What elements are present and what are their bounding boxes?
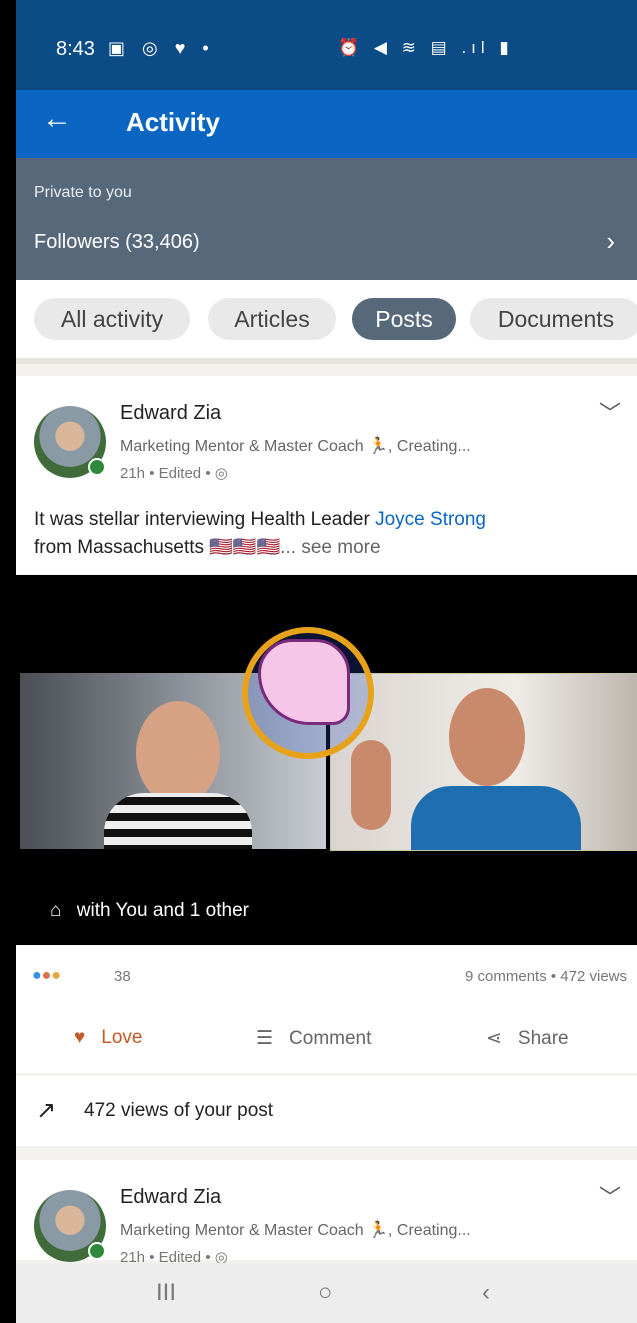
followers-link[interactable]: Followers (33,406) [34,231,200,254]
notification-icons: ▣ ◎ ♥ • [108,38,215,58]
reaction-count[interactable]: 38 [114,968,131,985]
views-text: 472 views of your post [84,1100,274,1121]
back-arrow-icon[interactable]: ← [42,104,72,134]
chevron-right-icon[interactable]: › [606,226,615,257]
tag-icon: ⌂ [50,900,62,921]
share-label: Share [517,1028,569,1049]
flexed-bicep-icon [242,627,374,759]
author-headline: Marketing Mentor & Master Coach 🏃, Creat… [120,1222,471,1239]
chip-all-activity[interactable]: All activity [34,298,190,340]
chip-documents[interactable]: Documents [470,298,637,340]
post-text-line2: from Massachusetts 🇺🇸🇺🇸🇺🇸 [34,537,281,558]
home-icon[interactable]: ○ [318,1279,333,1307]
author-headline: Marketing Mentor & Master Coach 🏃, Creat… [120,438,471,455]
person-face [449,688,525,786]
post-text[interactable]: It was stellar interviewing Health Leade… [34,506,624,562]
chip-articles[interactable]: Articles [208,298,336,340]
person-face [136,701,220,805]
mention-link[interactable]: Joyce Strong [375,509,486,530]
app-bar: ← Activity [16,90,637,158]
love-label: Love [101,1027,143,1048]
video-call-right-panel [330,673,637,851]
author-avatar[interactable] [34,406,106,478]
post-card-2: Edward Zia Marketing Mentor & Master Coa… [16,1160,637,1266]
comment-label: Comment [289,1028,372,1049]
recent-apps-icon[interactable]: III [156,1279,176,1307]
reactions-bar: ●●● 38 9 comments • 472 views [16,945,637,1008]
people-tag[interactable]: ⌂ with You and 1 other [50,900,249,922]
comment-button[interactable]: ☰ Comment [256,1027,371,1050]
share-icon: ⋖ [486,1028,502,1049]
private-caption: Private to you [34,184,132,201]
like-reaction-icon: ● [32,967,42,984]
chevron-down-icon[interactable]: ﹀ [599,1180,621,1212]
see-more-link[interactable]: ... see more [280,537,380,558]
author-avatar[interactable] [34,1190,106,1262]
chevron-down-icon[interactable]: ﹀ [599,396,621,428]
private-panel: Private to you Followers (33,406) › [16,158,637,280]
post-stats[interactable]: 9 comments • 472 views [465,968,627,985]
post-meta: 21h • Edited • ◎ [120,465,228,482]
comment-icon: ☰ [256,1028,274,1049]
heart-icon: ♥ [74,1027,86,1048]
love-button[interactable]: ♥ Love [74,1027,142,1049]
screen: 8:43 ▣ ◎ ♥ • ⏰ ◀ ≋ ▤ .ıl ▮ ← Activity Pr… [16,0,637,1323]
author-name[interactable]: Edward Zia [120,402,221,425]
online-status-icon [88,458,106,476]
status-bar: 8:43 ▣ ◎ ♥ • ⏰ ◀ ≋ ▤ .ıl ▮ [16,0,637,90]
love-reaction-icon: ● [41,967,52,984]
post-image[interactable]: ⌂ with You and 1 other [16,575,637,945]
post-card: Edward Zia Marketing Mentor & Master Coa… [16,376,637,574]
online-status-icon [88,1242,106,1260]
reaction-icons[interactable]: ●●● [32,967,61,985]
post-text-prefix: It was stellar interviewing Health Leade… [34,509,376,530]
tag-text: with You and 1 other [76,900,249,921]
chip-posts[interactable]: Posts [352,298,456,340]
striped-shirt [104,793,252,849]
post-views-row[interactable]: ↗ 472 views of your post [16,1076,637,1146]
share-button[interactable]: ⋖ Share [486,1027,569,1050]
activity-filters: All activity Articles Posts Documents [16,280,637,364]
system-status-icons: ⏰ ◀ ≋ ▤ .ıl ▮ [338,38,514,57]
author-name[interactable]: Edward Zia [120,1186,221,1209]
page-title: Activity [126,107,220,137]
insightful-reaction-icon: ● [51,967,62,984]
analytics-chart-icon: ↗ [36,1097,57,1124]
peace-sign-hand [351,740,391,830]
post-actions: ♥ Love ☰ Comment ⋖ Share [16,1007,637,1073]
status-time: 8:43 [56,38,95,60]
back-icon[interactable]: ‹ [482,1279,490,1307]
blue-shirt [411,786,581,850]
system-nav-bar: III ○ ‹ [16,1263,637,1323]
